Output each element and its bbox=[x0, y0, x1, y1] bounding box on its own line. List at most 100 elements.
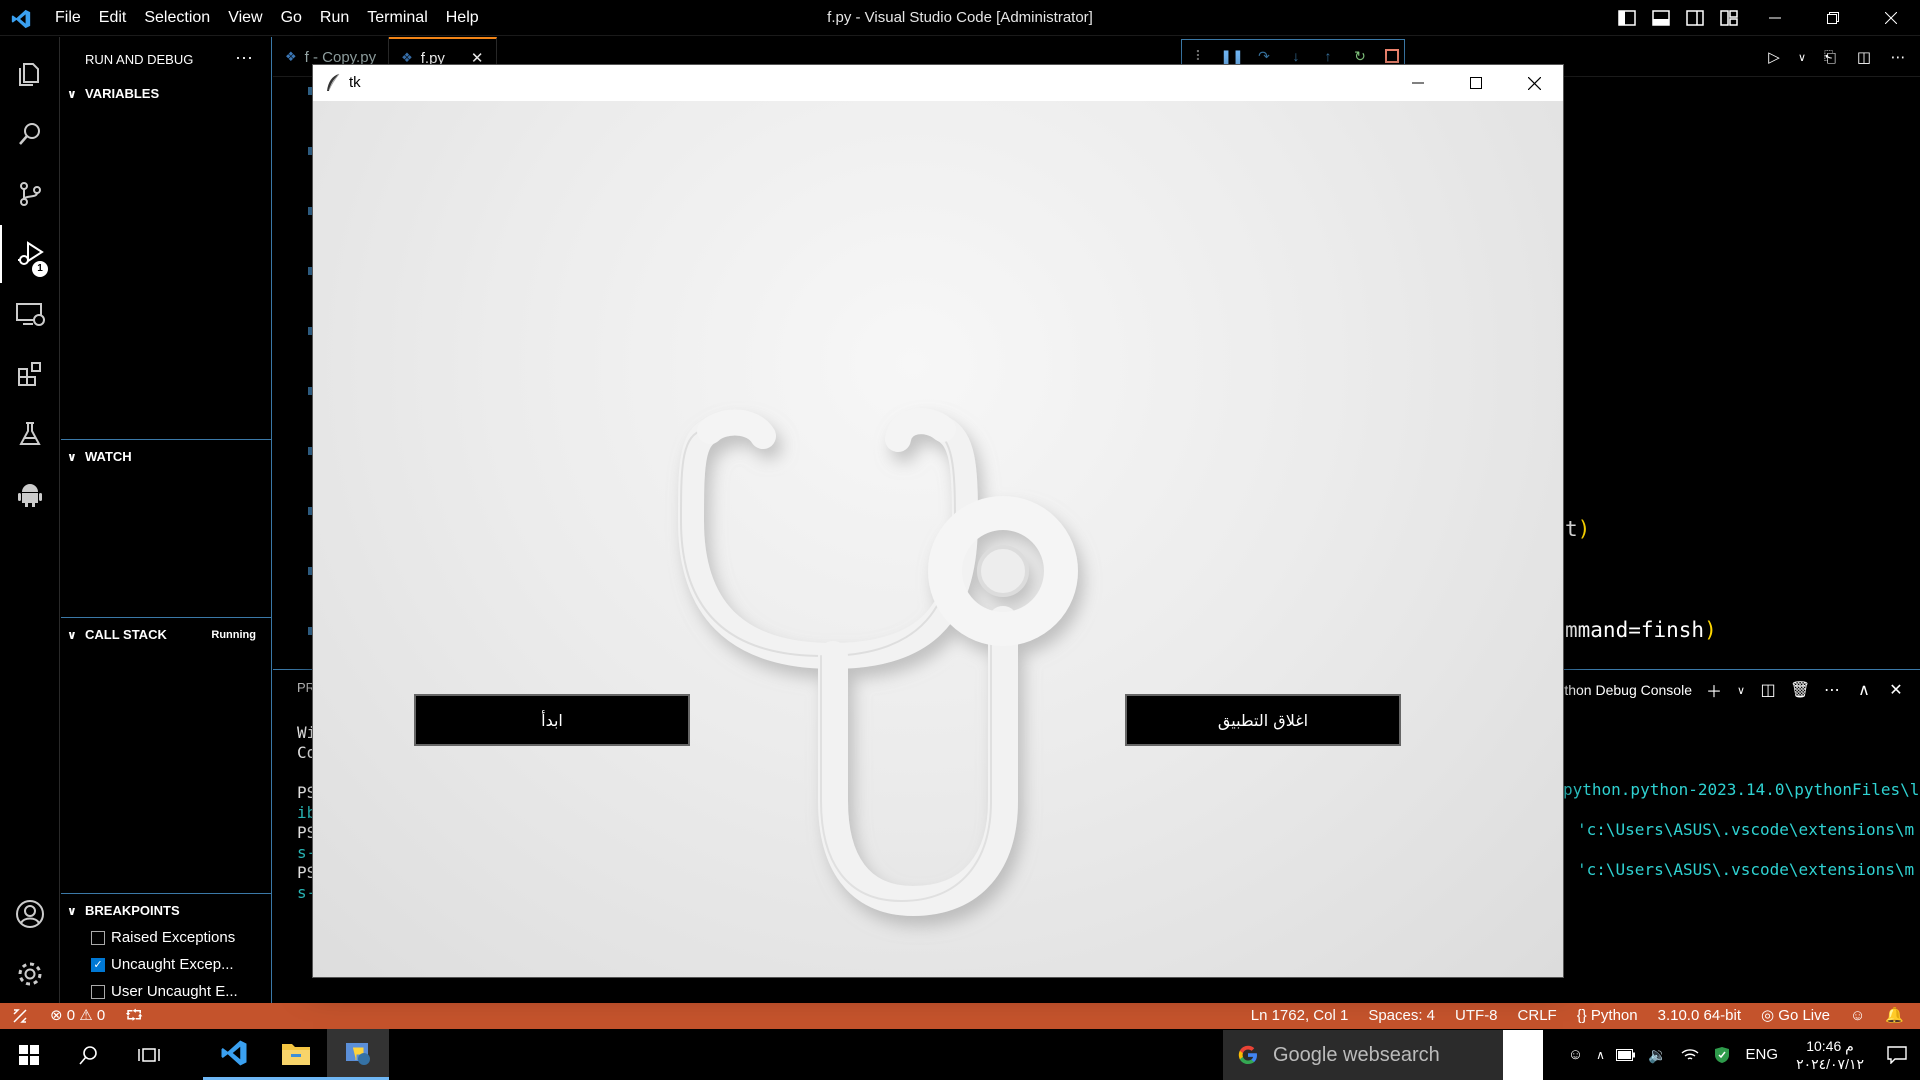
gutter-marker bbox=[308, 207, 312, 215]
gutter-marker bbox=[308, 87, 312, 95]
gutter-marker bbox=[308, 387, 312, 395]
taskbar-python-app[interactable] bbox=[327, 1029, 389, 1080]
notifications-bell-icon[interactable]: 🔔 bbox=[1875, 1003, 1914, 1029]
feedback-icon[interactable]: ☺ bbox=[1840, 1003, 1875, 1029]
terminal-selector[interactable]: Python Debug Console bbox=[1548, 682, 1692, 698]
start-button[interactable]: ابدأ bbox=[414, 694, 690, 746]
customize-layout-icon[interactable] bbox=[1712, 0, 1746, 36]
more-actions-icon[interactable]: ⋯ bbox=[1886, 43, 1910, 71]
cursor-position[interactable]: Ln 1762, Col 1 bbox=[1241, 1003, 1359, 1029]
remote-explorer-icon[interactable] bbox=[0, 285, 60, 343]
variables-section: ∨ VARIABLES bbox=[61, 81, 272, 107]
breakpoints-header[interactable]: ∨ BREAKPOINTS bbox=[61, 898, 272, 924]
checkbox-unchecked[interactable] bbox=[91, 984, 105, 999]
chevron-down-icon: ∨ bbox=[67, 450, 77, 464]
explorer-icon[interactable] bbox=[0, 45, 60, 103]
restore-icon[interactable] bbox=[1804, 0, 1862, 36]
open-changes-icon[interactable]: ⎗ bbox=[1818, 43, 1842, 71]
drag-handle-icon[interactable]: ⠇ bbox=[1190, 46, 1210, 66]
clock[interactable]: 10:46 م ٢٠٢٤/٠٧/١٢ bbox=[1786, 1037, 1874, 1073]
account-icon[interactable] bbox=[0, 885, 60, 943]
action-center-icon[interactable] bbox=[1874, 1045, 1920, 1064]
wifi-icon[interactable] bbox=[1674, 1047, 1706, 1063]
stop-icon[interactable] bbox=[1382, 46, 1402, 66]
taskbar-search-icon[interactable] bbox=[60, 1029, 118, 1080]
minimize-icon[interactable] bbox=[1389, 65, 1447, 101]
toggle-panel-icon[interactable] bbox=[1644, 0, 1678, 36]
taskbar-file-explorer-app[interactable] bbox=[265, 1029, 327, 1080]
trash-icon[interactable]: 🗑 bbox=[1790, 680, 1810, 700]
call-stack-header[interactable]: ∨ CALL STACK Running bbox=[61, 622, 272, 648]
android-icon[interactable] bbox=[0, 465, 60, 523]
close-icon[interactable] bbox=[1505, 65, 1563, 101]
checkbox-checked[interactable]: ✓ bbox=[91, 957, 105, 972]
breakpoint-user-uncaught-exceptions[interactable]: User Uncaught E... bbox=[61, 978, 272, 1005]
step-out-icon[interactable]: ↑ bbox=[1318, 46, 1338, 66]
language-mode[interactable]: {} Python bbox=[1567, 1003, 1648, 1029]
breakpoint-raised-exceptions[interactable]: Raised Exceptions bbox=[61, 924, 272, 951]
menu-file[interactable]: File bbox=[46, 0, 90, 36]
menu-run[interactable]: Run bbox=[311, 0, 358, 36]
more-actions-icon[interactable]: ··· bbox=[235, 37, 253, 77]
pause-icon[interactable]: ❚❚ bbox=[1220, 46, 1243, 66]
security-shield-icon[interactable] bbox=[1706, 1046, 1738, 1064]
watch-header[interactable]: ∨ WATCH bbox=[61, 444, 272, 470]
debug-launch-icon[interactable]: ⮔ bbox=[115, 1003, 153, 1029]
run-file-icon[interactable]: ▷ bbox=[1762, 43, 1786, 71]
tk-title-bar[interactable]: tk bbox=[313, 65, 1563, 101]
menu-terminal[interactable]: Terminal bbox=[358, 0, 436, 36]
encoding[interactable]: UTF-8 bbox=[1445, 1003, 1508, 1029]
checkbox-unchecked[interactable] bbox=[91, 930, 105, 945]
source-control-icon[interactable] bbox=[0, 165, 60, 223]
windows-start-icon[interactable] bbox=[0, 1029, 58, 1080]
chevron-down-icon[interactable]: ∨ bbox=[1736, 684, 1746, 697]
menu-view[interactable]: View bbox=[219, 0, 271, 36]
menu-edit[interactable]: Edit bbox=[90, 0, 136, 36]
split-editor-icon[interactable]: ◫ bbox=[1852, 43, 1876, 71]
menu-selection[interactable]: Selection bbox=[135, 0, 219, 36]
run-dropdown-chevron-icon[interactable]: ∨ bbox=[1796, 43, 1808, 71]
maximize-panel-chevron-up-icon[interactable]: ∧ bbox=[1854, 680, 1874, 700]
search-icon[interactable] bbox=[0, 105, 60, 163]
maximize-icon[interactable] bbox=[1447, 65, 1505, 101]
variables-header[interactable]: ∨ VARIABLES bbox=[61, 81, 272, 107]
python-interpreter[interactable]: 3.10.0 64-bit bbox=[1648, 1003, 1751, 1029]
menu-help[interactable]: Help bbox=[437, 0, 488, 36]
volume-icon[interactable]: 🔉 bbox=[1642, 1046, 1674, 1064]
task-view-icon[interactable] bbox=[120, 1029, 178, 1080]
split-terminal-icon[interactable]: ◫ bbox=[1758, 680, 1778, 700]
go-live-button[interactable]: ◎ Go Live bbox=[1751, 1003, 1840, 1029]
minimize-icon[interactable] bbox=[1746, 0, 1804, 36]
problems-indicator[interactable]: ⊗ 0 ⚠ 0 bbox=[40, 1003, 115, 1029]
settings-gear-icon[interactable] bbox=[0, 945, 60, 1003]
toggle-primary-sidebar-icon[interactable] bbox=[1610, 0, 1644, 36]
editor-actions: ▷ ∨ ⎗ ◫ ⋯ bbox=[1762, 43, 1910, 71]
more-actions-icon[interactable]: ⋯ bbox=[1822, 680, 1842, 700]
input-language[interactable]: ENG bbox=[1738, 1046, 1787, 1063]
close-icon[interactable] bbox=[1862, 0, 1920, 36]
battery-icon[interactable] bbox=[1610, 1048, 1642, 1061]
run-debug-icon[interactable]: 1 bbox=[0, 225, 60, 283]
gutter-marker bbox=[308, 507, 312, 515]
indentation[interactable]: Spaces: 4 bbox=[1358, 1003, 1445, 1029]
call-stack-title: CALL STACK bbox=[85, 627, 167, 642]
search-submit-button[interactable] bbox=[1503, 1030, 1543, 1080]
extensions-icon[interactable] bbox=[0, 345, 60, 403]
taskbar-vscode-app[interactable] bbox=[203, 1029, 265, 1080]
remote-indicator-icon[interactable] bbox=[0, 1003, 40, 1029]
show-hidden-icons-chevron-icon[interactable]: ∧ bbox=[1592, 1048, 1610, 1062]
restart-icon[interactable]: ↻ bbox=[1350, 46, 1370, 66]
breakpoint-uncaught-exceptions[interactable]: ✓ Uncaught Excep... bbox=[61, 951, 272, 978]
menu-go[interactable]: Go bbox=[272, 0, 311, 36]
close-app-button[interactable]: اغلاق التطبيق bbox=[1125, 694, 1401, 746]
new-terminal-plus-icon[interactable]: ＋ bbox=[1704, 678, 1724, 702]
vscode-logo-icon[interactable] bbox=[10, 8, 32, 30]
step-into-icon[interactable]: ↓ bbox=[1286, 46, 1306, 66]
people-icon[interactable]: ☺ bbox=[1560, 1046, 1592, 1063]
testing-icon[interactable] bbox=[0, 405, 60, 463]
toggle-secondary-sidebar-icon[interactable] bbox=[1678, 0, 1712, 36]
close-panel-icon[interactable]: ✕ bbox=[1886, 680, 1906, 700]
step-over-icon[interactable]: ↷ bbox=[1254, 46, 1274, 66]
line-ending[interactable]: CRLF bbox=[1508, 1003, 1567, 1029]
google-websearch-box[interactable]: Google websearch bbox=[1223, 1030, 1503, 1080]
